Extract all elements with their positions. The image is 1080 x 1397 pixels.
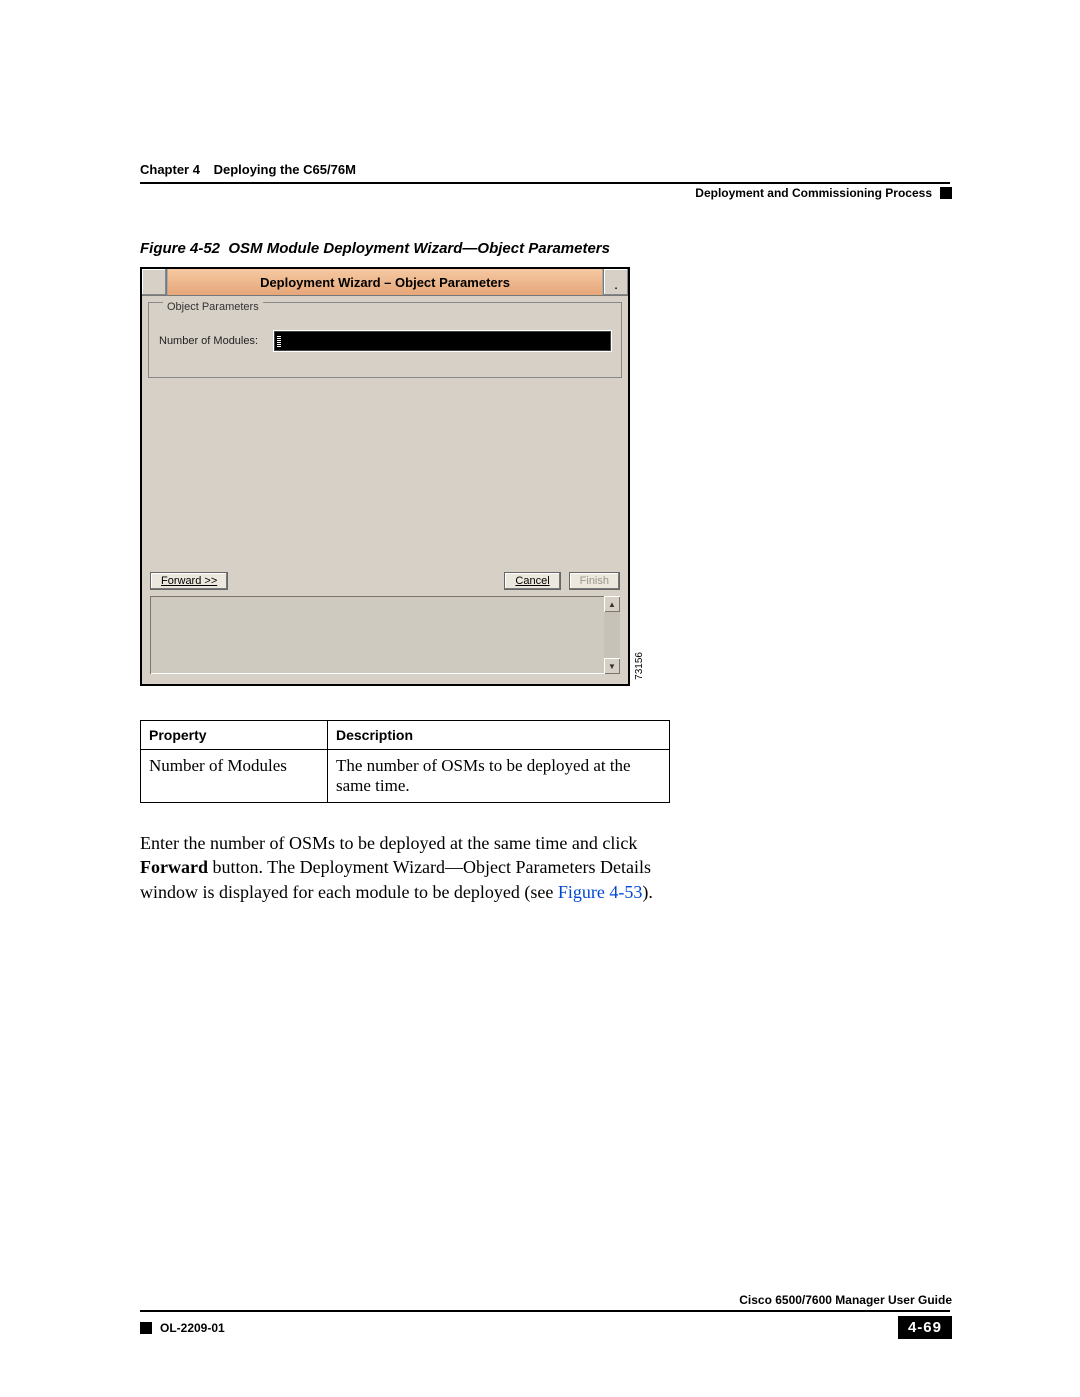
body-paragraph: Enter the number of OSMs to be deployed … xyxy=(140,831,665,904)
footer-page: 4-69 xyxy=(898,1316,952,1339)
section-title: Deployment and Commissioning Process xyxy=(695,186,932,200)
wizard-button-row: Forward >> Cancel Finish xyxy=(148,568,622,594)
chapter-title: Deploying the C65/76M xyxy=(214,162,356,177)
property-table: Property Description Number of Modules T… xyxy=(140,720,670,803)
wizard-window: Deployment Wizard – Object Parameters ▪ … xyxy=(140,267,630,686)
log-scrollbar[interactable]: ▲ ▼ xyxy=(604,596,620,674)
document-page: Chapter 4 Deploying the C65/76M Deployme… xyxy=(0,0,1080,1397)
footer-guide-title: Cisco 6500/7600 Manager User Guide xyxy=(739,1293,952,1307)
minimize-icon[interactable]: ▪ xyxy=(603,269,628,295)
text-cursor-icon xyxy=(277,335,281,347)
th-property: Property xyxy=(141,721,328,750)
system-menu-icon[interactable] xyxy=(142,269,167,295)
modules-row: Number of Modules: xyxy=(159,331,611,351)
scroll-track[interactable] xyxy=(604,612,620,658)
para-bold-forward: Forward xyxy=(140,857,208,877)
finish-button: Finish xyxy=(569,572,620,590)
cell-property: Number of Modules xyxy=(141,750,328,803)
page-number-badge: 4-69 xyxy=(898,1316,952,1339)
wizard-log-area: ▲ ▼ xyxy=(150,596,620,674)
figure-number: Figure 4-52 xyxy=(140,240,220,257)
footer-rule xyxy=(140,1310,950,1312)
number-of-modules-input[interactable] xyxy=(274,331,611,351)
header-rule xyxy=(140,182,950,184)
wizard-spacer xyxy=(148,378,622,568)
cell-description: The number of OSMs to be deployed at the… xyxy=(328,750,670,803)
header-section: Deployment and Commissioning Process xyxy=(695,186,952,200)
forward-button[interactable]: Forward >> xyxy=(150,572,228,590)
figure-wrap: Deployment Wizard – Object Parameters ▪ … xyxy=(140,267,950,686)
wizard-body: Object Parameters Number of Modules: For… xyxy=(142,296,628,684)
cancel-button[interactable]: Cancel xyxy=(504,572,560,590)
figure-reference-link[interactable]: Figure 4-53 xyxy=(558,882,643,902)
wizard-titlebar: Deployment Wizard – Object Parameters ▪ xyxy=(142,269,628,296)
chapter-number: Chapter 4 xyxy=(140,162,200,177)
table-row: Number of Modules The number of OSMs to … xyxy=(141,750,670,803)
header-chapter: Chapter 4 Deploying the C65/76M xyxy=(140,162,356,177)
modules-label: Number of Modules: xyxy=(159,335,258,347)
doc-id: OL-2209-01 xyxy=(160,1321,225,1335)
scroll-up-icon[interactable]: ▲ xyxy=(604,596,620,612)
scroll-down-icon[interactable]: ▼ xyxy=(604,658,620,674)
footer-marker-icon xyxy=(140,1322,152,1334)
figure-image-id: 73156 xyxy=(634,652,645,680)
para-text-1: Enter the number of OSMs to be deployed … xyxy=(140,833,637,853)
table-header-row: Property Description xyxy=(141,721,670,750)
th-description: Description xyxy=(328,721,670,750)
object-parameters-group: Object Parameters Number of Modules: xyxy=(148,302,622,378)
figure-title: OSM Module Deployment Wizard—Object Para… xyxy=(228,240,610,257)
para-text-3: ). xyxy=(642,882,653,902)
figure-caption: Figure 4-52 OSM Module Deployment Wizard… xyxy=(140,240,950,257)
log-content xyxy=(150,596,604,674)
group-legend: Object Parameters xyxy=(163,301,263,313)
wizard-title: Deployment Wizard – Object Parameters xyxy=(167,269,603,295)
section-marker-icon xyxy=(940,187,952,199)
footer-doc-id: OL-2209-01 xyxy=(140,1321,225,1335)
